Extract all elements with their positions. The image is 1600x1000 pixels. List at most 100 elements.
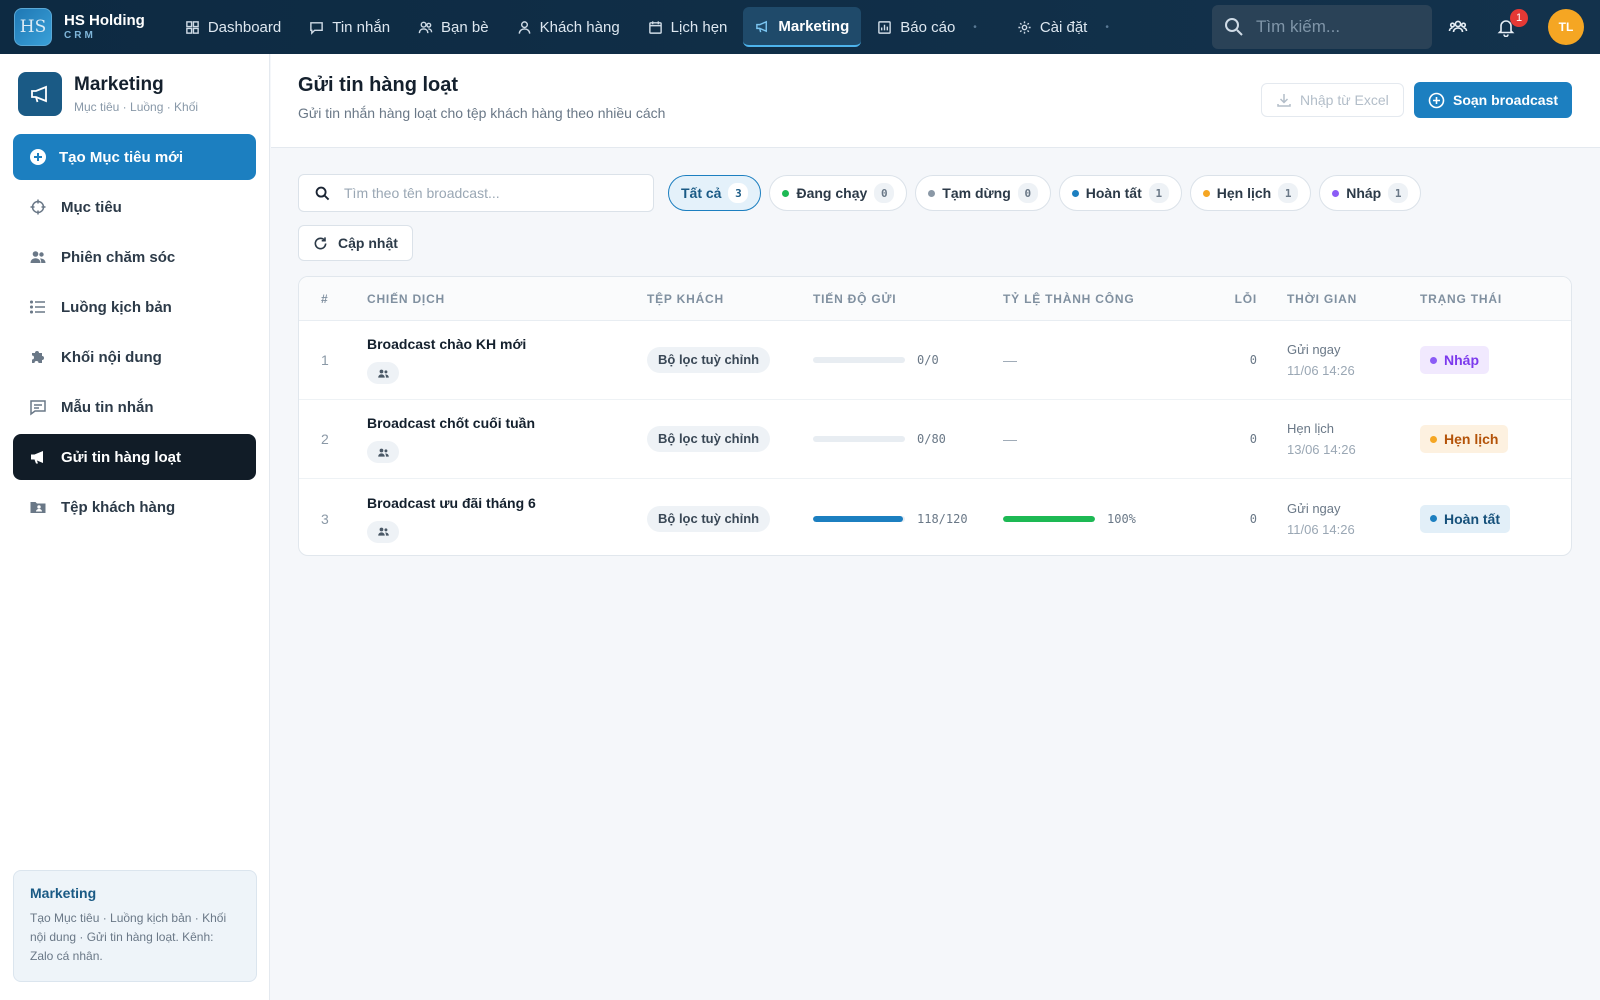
- import-excel-button[interactable]: Nhập từ Excel: [1261, 83, 1404, 117]
- refresh-button[interactable]: Cập nhật: [298, 225, 413, 261]
- filter-chip[interactable]: Tất cả 3: [668, 175, 762, 211]
- sidebar-item-templates[interactable]: Mẫu tin nhắn: [13, 384, 256, 430]
- sidebar-item-sessions[interactable]: Phiên chăm sóc: [13, 234, 256, 280]
- sidebar-item-blocks[interactable]: Khối nội dung: [13, 334, 256, 380]
- success-rate: 100%: [1003, 512, 1199, 526]
- filter-chip[interactable]: Hẹn lịch 1: [1189, 175, 1312, 211]
- global-search[interactable]: [1212, 5, 1432, 49]
- folder-user-icon: [30, 502, 46, 513]
- filter-chip[interactable]: Nháp 1: [1319, 175, 1422, 211]
- segment-pill: Bộ lọc tuỳ chỉnh: [647, 426, 771, 452]
- sidebar-item-goals[interactable]: Mục tiêu: [13, 184, 256, 230]
- nav-messages[interactable]: Tin nhắn: [297, 7, 402, 47]
- campaign-name[interactable]: Broadcast chốt cuối tuần: [367, 415, 647, 431]
- status-cell: Hoàn tất: [1412, 504, 1571, 533]
- rate-cell: —: [1003, 352, 1199, 368]
- avatar[interactable]: TL: [1548, 9, 1584, 45]
- column-header-success-rate: TỶ LỆ THÀNH CÔNG: [1003, 291, 1135, 306]
- column-header-status: TRẠNG THÁI: [1420, 291, 1502, 306]
- table-row[interactable]: 2 Broadcast chốt cuối tuần Bộ lọc tuỳ ch…: [299, 400, 1571, 479]
- sidebar-item-label: Tệp khách hàng: [61, 498, 176, 516]
- status-dot: [1071, 189, 1079, 197]
- table-row[interactable]: 1 Broadcast chào KH mới Bộ lọc tuỳ chỉnh…: [299, 321, 1571, 400]
- broadcast-search-input[interactable]: [344, 185, 624, 201]
- create-goal-button[interactable]: Tạo Mục tiêu mới: [13, 134, 256, 180]
- megaphone-icon: [18, 72, 62, 116]
- progress-cell: 118/120: [813, 512, 1003, 526]
- success-rate-bar: [1003, 515, 1095, 522]
- filter-chip-label: Tất cả: [681, 185, 722, 201]
- filter-chip-count: 0: [874, 183, 895, 203]
- grid-icon: [186, 20, 199, 34]
- filter-chip[interactable]: Tạm dừng 0: [915, 175, 1051, 211]
- status-dot: [1430, 435, 1437, 443]
- rate-cell: 100%: [1003, 512, 1199, 526]
- status-label: Nháp: [1444, 352, 1479, 368]
- filter-chip-count: 1: [1278, 183, 1299, 203]
- chart-icon: [878, 20, 892, 34]
- plus-circle-icon: [1428, 92, 1445, 108]
- segment-cell: Bộ lọc tuỳ chỉnh: [647, 505, 813, 532]
- broadcast-search[interactable]: [298, 174, 654, 212]
- column-header-segment: TỆP KHÁCH: [647, 291, 724, 306]
- message-icon: [310, 21, 324, 35]
- progress-text: 0/80: [917, 432, 946, 446]
- time-value: 13/06 14:26: [1287, 442, 1356, 457]
- status-cell: Nháp: [1412, 346, 1571, 374]
- column-header-campaign: CHIẾN DỊCH: [367, 291, 446, 306]
- nav-label: Báo cáo: [900, 18, 956, 36]
- status-label: Hoàn tất: [1444, 510, 1500, 527]
- app-logo[interactable]: HS: [14, 8, 52, 46]
- column-header-errors: LỖI: [1234, 291, 1257, 306]
- refresh-label: Cập nhật: [338, 235, 398, 251]
- notification-button[interactable]: 1: [1494, 9, 1528, 39]
- team-button[interactable]: [1446, 15, 1470, 39]
- notification-badge: 1: [1510, 9, 1528, 27]
- calendar-icon: [648, 20, 662, 34]
- campaign-name[interactable]: Broadcast ưu đãi tháng 6: [367, 495, 647, 511]
- sidebar-item-label: Mục tiêu: [61, 198, 122, 216]
- time-label: Gửi ngay: [1287, 500, 1341, 516]
- filter-chip[interactable]: Đang chạy 0: [769, 175, 908, 211]
- status-dot: [1430, 356, 1437, 364]
- refresh-icon: [314, 236, 327, 249]
- segment-cell: Bộ lọc tuỳ chỉnh: [647, 347, 813, 373]
- segment-cell: Bộ lọc tuỳ chỉnh: [647, 426, 813, 452]
- status-badge: Hoàn tất: [1420, 504, 1510, 533]
- table-row[interactable]: 3 Broadcast ưu đãi tháng 6 Bộ lọc tuỳ ch…: [299, 479, 1571, 555]
- nav-appointments[interactable]: Lịch hẹn: [636, 7, 740, 47]
- sidebar-menu: Mục tiêu Phiên chăm sóc Luồng kịch bản K…: [0, 184, 269, 530]
- filter-chip-label: Hẹn lịch: [1216, 185, 1272, 201]
- nav-dashboard[interactable]: Dashboard: [173, 7, 293, 47]
- progress-cell: 0/0: [813, 353, 1003, 367]
- nav-reports[interactable]: Báo cáo: [865, 7, 967, 47]
- sidebar-item-flows[interactable]: Luồng kịch bản: [13, 284, 256, 330]
- brand-sub: CRM: [64, 30, 96, 41]
- sidebar-item-audiences[interactable]: Tệp khách hàng: [13, 484, 256, 530]
- progress-bar: [813, 515, 905, 522]
- compose-broadcast-button[interactable]: Soạn broadcast: [1414, 82, 1573, 118]
- global-search-input[interactable]: [1256, 17, 1416, 37]
- gear-icon: [1018, 20, 1031, 34]
- sidebar-item-broadcast[interactable]: Gửi tin hàng loạt: [13, 434, 256, 480]
- nav-friends[interactable]: Bạn bè: [406, 7, 501, 47]
- list-icon: [29, 300, 45, 314]
- filter-chip[interactable]: Hoàn tất 1: [1058, 175, 1182, 211]
- campaign-name[interactable]: Broadcast chào KH mới: [367, 336, 647, 352]
- campaign-cell: Broadcast ưu đãi tháng 6: [367, 495, 647, 543]
- nav-settings[interactable]: Cài đặt: [1005, 7, 1100, 47]
- nav-customers[interactable]: Khách hàng: [505, 7, 632, 47]
- sidebar-info-card: Marketing Tạo Mục tiêu · Luồng kịch bản …: [13, 870, 257, 982]
- success-rate-text: 100%: [1107, 511, 1136, 526]
- top-navbar: HS HS Holding CRM Dashboard Tin nhắn Bạn…: [0, 0, 1600, 54]
- progress-bar: [813, 357, 905, 363]
- error-count: 0: [1249, 353, 1257, 367]
- audience-icon: [367, 441, 399, 463]
- time-cell: Gửi ngay 11/06 14:26: [1257, 342, 1412, 378]
- broadcast-table: # CHIẾN DỊCH TỆP KHÁCH TIẾN ĐỘ GỬI TỶ LỆ…: [298, 276, 1572, 556]
- status-dot: [782, 189, 790, 197]
- nav-marketing[interactable]: Marketing: [743, 7, 862, 47]
- filter-chip-label: Đang chạy: [796, 185, 868, 201]
- error-count: 0: [1249, 432, 1257, 446]
- filter-chip-count: 3: [728, 183, 749, 203]
